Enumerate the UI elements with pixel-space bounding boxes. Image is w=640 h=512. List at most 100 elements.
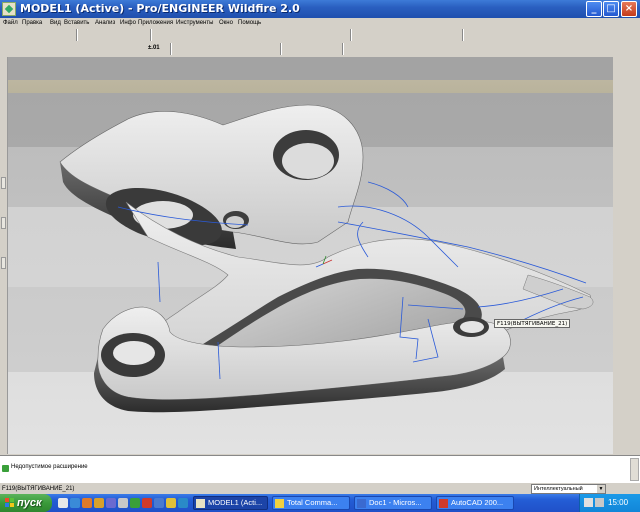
menu-applications[interactable]: Приложения (138, 18, 173, 28)
view-default-icon[interactable] (566, 29, 577, 40)
sash-handle-lower[interactable] (1, 257, 6, 269)
help-context-icon[interactable] (424, 29, 435, 40)
intersect-icon[interactable] (362, 43, 373, 54)
menu-view[interactable]: Вид (50, 18, 61, 28)
next-view-icon[interactable] (594, 29, 605, 40)
datum-point-tool-icon[interactable] (617, 111, 631, 123)
task-word[interactable]: Doc1 - Micros... (354, 496, 432, 510)
cut-icon[interactable] (108, 29, 119, 40)
revolve-icon[interactable] (194, 43, 205, 54)
datum-curve-create-icon[interactable] (104, 43, 115, 54)
menu-analysis[interactable]: Анализ (95, 18, 115, 28)
start-button[interactable]: пуск (0, 494, 52, 512)
open-file-icon[interactable] (20, 29, 31, 40)
select-arrow-icon[interactable] (510, 29, 521, 40)
task-total-commander[interactable]: Total Comma... (272, 496, 350, 510)
menu-window[interactable]: Окно (219, 18, 233, 28)
pattern-tool-icon[interactable] (617, 381, 631, 393)
datum-axis-create-icon[interactable] (90, 43, 101, 54)
sketcher-display-icon[interactable] (410, 43, 421, 54)
shell-tool-icon[interactable] (617, 291, 631, 303)
analysis-tool-icon[interactable] (617, 143, 631, 155)
sash-handle-mid[interactable] (1, 217, 6, 229)
view-manager-icon[interactable] (280, 29, 291, 40)
app-icon-5[interactable] (166, 498, 176, 508)
shading-icon[interactable] (336, 29, 347, 40)
datum-points-icon[interactable] (382, 29, 393, 40)
zoom-window-icon[interactable] (468, 29, 479, 40)
copy-icon[interactable] (122, 29, 133, 40)
hole-icon[interactable] (236, 43, 247, 54)
settings-view-icon[interactable] (608, 29, 619, 40)
merge-icon[interactable] (348, 43, 359, 54)
zoom-in-icon[interactable] (210, 29, 221, 40)
wireframe-icon[interactable] (294, 29, 305, 40)
show-desktop-icon[interactable] (58, 498, 68, 508)
sweep-icon[interactable] (208, 43, 219, 54)
task-proe[interactable]: MODEL1 (Acti... (193, 496, 268, 510)
email-icon[interactable] (62, 29, 73, 40)
variable-sweep-tool-icon[interactable] (617, 233, 631, 245)
draft-icon[interactable] (314, 43, 325, 54)
layers-icon[interactable] (266, 29, 277, 40)
coordinate-system-tool-icon[interactable] (617, 127, 631, 139)
extrude-icon[interactable] (180, 43, 191, 54)
zoom-out-small-icon[interactable] (482, 29, 493, 40)
sash-handle-upper[interactable] (1, 177, 6, 189)
paste-icon[interactable] (136, 29, 147, 40)
round-icon[interactable] (286, 43, 297, 54)
app-icon-4[interactable] (154, 498, 164, 508)
clock[interactable]: 15:00 (608, 494, 628, 512)
undo-icon[interactable] (80, 29, 91, 40)
chamfer-icon[interactable] (300, 43, 311, 54)
menu-edit[interactable]: Правка (22, 18, 42, 28)
previous-view-icon[interactable] (580, 29, 591, 40)
graphics-window[interactable]: F119(ВЫТЯГИВАНИЕ_21) (8, 57, 613, 454)
view-normal-icon[interactable] (552, 29, 563, 40)
draft-tool-icon[interactable] (617, 323, 631, 335)
datum-planes-icon[interactable] (354, 29, 365, 40)
volume-icon[interactable] (595, 498, 604, 507)
datum-axes-icon[interactable] (368, 29, 379, 40)
menu-tools[interactable]: Инструменты (176, 18, 213, 28)
task-autocad[interactable]: AutoCAD 200... (436, 496, 514, 510)
folder-icon[interactable] (94, 498, 104, 508)
rib-tool-icon[interactable] (617, 307, 631, 319)
coordinate-readout[interactable]: ±.01 (146, 43, 160, 54)
chamfer-tool-icon[interactable] (617, 355, 631, 367)
spin-center-icon[interactable] (182, 29, 193, 40)
rotate-icon[interactable] (538, 29, 549, 40)
datum-curve-tool-icon[interactable] (617, 95, 631, 107)
orient-icon[interactable] (196, 29, 207, 40)
hole-tool-icon[interactable] (617, 175, 631, 187)
mirror-icon[interactable] (20, 43, 31, 54)
saved-views-icon[interactable] (252, 29, 263, 40)
style-tool-icon[interactable] (617, 265, 631, 277)
media-icon[interactable] (106, 498, 116, 508)
datum-plane-create-icon[interactable] (76, 43, 87, 54)
repaint-icon[interactable] (168, 29, 179, 40)
trim-icon[interactable] (34, 43, 45, 54)
coord-sys-icon[interactable] (396, 29, 407, 40)
pattern-icon[interactable] (328, 43, 339, 54)
round-tool-icon[interactable] (617, 339, 631, 351)
datum-point-create-icon[interactable] (118, 43, 129, 54)
message-scrollbar[interactable] (630, 458, 639, 481)
extrude-tool-icon[interactable] (617, 201, 631, 213)
menu-insert[interactable]: Вставить (64, 18, 89, 28)
sketch-tool-icon[interactable] (617, 159, 631, 171)
app-icon-6[interactable] (178, 498, 188, 508)
app-icon-3[interactable] (142, 498, 152, 508)
regenerate-icon[interactable] (154, 29, 165, 40)
blend-icon[interactable] (222, 43, 233, 54)
revolve-tool-icon[interactable] (617, 217, 631, 229)
annotation-icon[interactable] (410, 29, 421, 40)
datum-axis-tool-icon[interactable] (617, 79, 631, 91)
selection-filter[interactable]: Интеллектуальный ▼ (531, 484, 606, 494)
boundary-blend-tool-icon[interactable] (617, 249, 631, 261)
thicken-icon[interactable] (62, 43, 73, 54)
refit-icon[interactable] (238, 29, 249, 40)
zoom-out-icon[interactable] (224, 29, 235, 40)
close-button[interactable]: × (621, 1, 637, 17)
title-bar[interactable]: MODEL1 (Active) - Pro/ENGINEER Wildfire … (0, 0, 640, 18)
